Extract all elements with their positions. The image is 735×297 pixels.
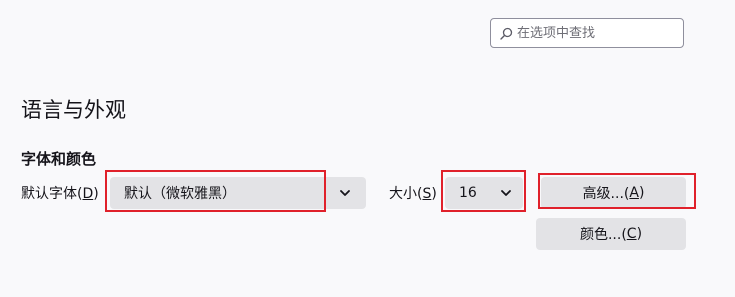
font-size-label: 大小(S) [389, 184, 437, 204]
options-search-box[interactable] [490, 18, 684, 48]
colors-button[interactable]: 颜色...(C) [536, 218, 686, 250]
colors-button-suffix: ) [636, 226, 643, 242]
colors-button-prefix: 颜色...( [579, 227, 627, 243]
search-icon [499, 26, 513, 40]
default-font-label-accel: D [82, 186, 94, 202]
default-font-label-suffix: ) [93, 186, 99, 202]
chevron-down-icon [338, 186, 352, 200]
advanced-button-suffix: ) [638, 185, 645, 201]
section-title: 语言与外观 [21, 98, 126, 122]
advanced-fonts-button[interactable]: 高级...(A) [541, 177, 686, 209]
search-input[interactable] [517, 25, 677, 41]
fonts-colors-heading: 字体和颜色 [21, 150, 97, 168]
default-font-select[interactable]: 默认（微软雅黑） [110, 177, 366, 209]
font-size-label-suffix: ) [431, 186, 437, 202]
advanced-button-accel: A [629, 185, 639, 201]
font-size-select[interactable]: 16 [445, 177, 523, 209]
default-font-value: 默认（微软雅黑） [124, 186, 236, 202]
advanced-button-prefix: 高级...( [582, 186, 630, 202]
default-font-label: 默认字体(D) [21, 184, 99, 204]
colors-button-accel: C [626, 226, 637, 242]
font-size-label-prefix: 大小( [389, 186, 423, 202]
default-font-label-prefix: 默认字体( [21, 186, 83, 202]
font-size-value: 16 [459, 185, 477, 201]
chevron-down-icon [499, 186, 513, 200]
